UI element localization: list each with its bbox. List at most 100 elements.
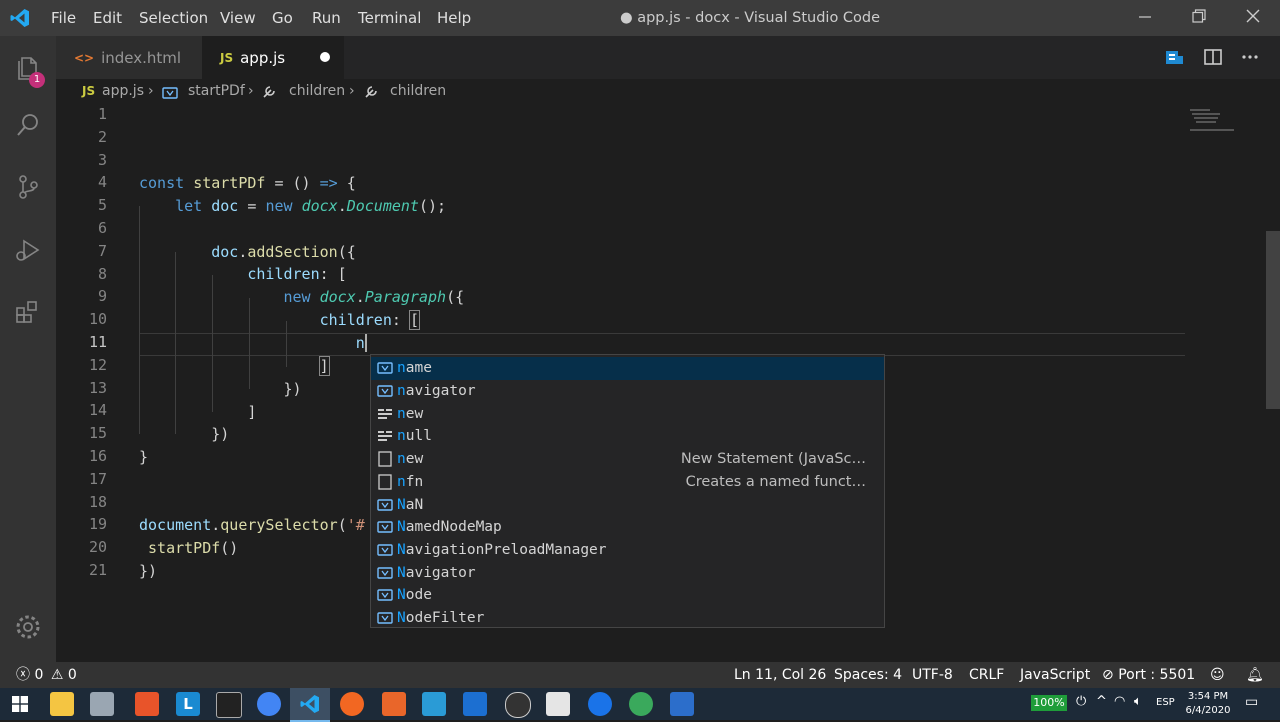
breadcrumb-item-property[interactable]: children [390,79,446,103]
suggestion-label: NodeFilter [397,610,485,627]
run-debug-button[interactable] [0,225,56,275]
volume-icon[interactable]: 🔈︎ [1134,694,1142,709]
feedback-button[interactable]: ☺ [1210,662,1225,688]
error-count: 0 [34,667,44,683]
menu-go[interactable]: Go [272,0,293,36]
variable-icon [375,520,395,534]
title-bar: File Edit Selection View Go Run Terminal… [0,0,1280,36]
wifi-icon[interactable]: ◠ [1114,694,1125,709]
language-mode[interactable]: JavaScript [1020,662,1090,688]
problems-indicator[interactable]: ⓧ 0 ⚠ 0 [16,662,77,688]
l-app-icon[interactable]: L [176,692,200,716]
breadcrumb-item-function[interactable]: startPDf [188,79,245,103]
git-app-icon[interactable] [382,692,406,716]
js-file-icon: JS [82,84,96,98]
menu-view[interactable]: View [220,0,256,36]
action-center-icon[interactable]: ▭ [1245,694,1258,710]
source-control-button[interactable] [0,162,56,212]
cursor-position[interactable]: Ln 11, Col 26 [734,662,826,688]
windows-start-button[interactable] [12,696,28,716]
extensions-button[interactable] [0,287,56,337]
end-of-line[interactable]: CRLF [969,662,1004,688]
split-editor-icon [1204,49,1222,65]
shield-icon[interactable] [463,692,487,716]
close-button[interactable] [1230,0,1276,36]
vertical-scrollbar[interactable] [1266,231,1280,409]
line-number: 15 [88,424,107,443]
encoding[interactable]: UTF-8 [912,662,953,688]
notifications-button[interactable]: 🔔︎ [1246,662,1264,688]
suggestion-item[interactable]: NamedNodeMap [371,516,884,539]
restore-button[interactable] [1176,0,1222,36]
breadcrumb-item-property[interactable]: children [289,79,345,103]
search-button[interactable] [0,100,56,150]
line-number: 9 [97,287,107,306]
minimize-button[interactable] [1122,0,1168,36]
more-actions-button[interactable] [1240,47,1260,71]
open-preview-button[interactable] [1164,47,1184,71]
send-app-icon[interactable] [629,692,653,716]
app-icon[interactable] [135,692,159,716]
document-app-icon[interactable] [546,692,570,716]
breadcrumb-item-file[interactable]: app.js [102,79,144,103]
tab-label: app.js [240,48,286,67]
line-number: 21 [88,561,107,579]
minimap[interactable] [1190,107,1240,135]
run-debug-icon [16,239,40,261]
explorer-button[interactable]: 1 [0,41,56,91]
folder-app-icon[interactable] [422,692,446,716]
suggestion-item[interactable]: NavigationPreloadManager [371,539,884,562]
snippet-icon [375,451,395,467]
clock-time[interactable]: 3:54 PM [1184,691,1232,702]
suggestion-item[interactable]: new [371,402,884,425]
suggestion-item[interactable]: Node [371,584,884,607]
line-number: 10 [88,310,107,329]
github-icon[interactable] [505,692,531,718]
live-server-port[interactable]: ⊘ Port : 5501 [1102,662,1195,688]
menu-help[interactable]: Help [437,0,471,36]
media-app-icon[interactable] [216,692,242,718]
menu-edit[interactable]: Edit [93,0,122,36]
menu-selection[interactable]: Selection [139,0,208,36]
clock-date[interactable]: 6/4/2020 [1184,705,1232,716]
browser-app-icon[interactable] [588,692,612,716]
variable-icon [375,588,395,602]
menu-file[interactable]: File [51,0,76,36]
suggestion-item[interactable]: nfn Creates a named funct… [371,471,884,494]
tab-index-html[interactable]: <> index.html [56,36,202,79]
suggestion-item[interactable]: NodeFilter [371,607,884,630]
suggestion-label: new [397,451,424,468]
suggestion-label: navigator [397,383,476,400]
suggestion-item[interactable]: new New Statement (JavaSc… [371,448,884,471]
block-icon: ⊘ [1102,667,1114,683]
indentation[interactable]: Spaces: 4 [834,662,902,688]
menu-run[interactable]: Run [312,0,341,36]
pc-icon[interactable] [90,692,114,716]
suggestion-item[interactable]: Navigator [371,561,884,584]
code-line: ] [318,356,330,376]
file-explorer-icon[interactable] [50,692,74,716]
vscode-taskbar-button[interactable] [290,688,330,722]
chevron-up-icon[interactable]: ^ [1096,694,1107,709]
tab-app-js[interactable]: JS app.js [202,36,344,79]
windows-taskbar: L 100% ⏻ ^ ◠ 🔈︎ ESP 3:54 PM 6/4/2020 ▭ [0,688,1280,722]
notes-app-icon[interactable] [670,692,694,716]
js-file-icon: JS [220,50,234,65]
split-editor-button[interactable] [1203,47,1223,71]
code-line: doc.addSection({ [211,243,356,261]
vscode-icon [300,695,319,713]
unsaved-dot-icon[interactable] [320,52,330,62]
code-line: n [355,334,367,352]
activity-bar: 1 [0,36,56,662]
suggestion-item[interactable]: navigator [371,380,884,403]
chrome-icon[interactable] [257,692,281,716]
input-language[interactable]: ESP [1156,697,1175,708]
manage-button[interactable] [0,602,56,652]
warning-icon: ⚠ [50,667,64,683]
suggestion-item[interactable]: NaN [371,493,884,516]
battery-indicator[interactable]: 100% [1031,695,1067,711]
suggestion-item[interactable]: name [371,357,884,380]
postman-icon[interactable] [340,692,364,716]
suggestion-item[interactable]: null [371,425,884,448]
menu-terminal[interactable]: Terminal [358,0,421,36]
